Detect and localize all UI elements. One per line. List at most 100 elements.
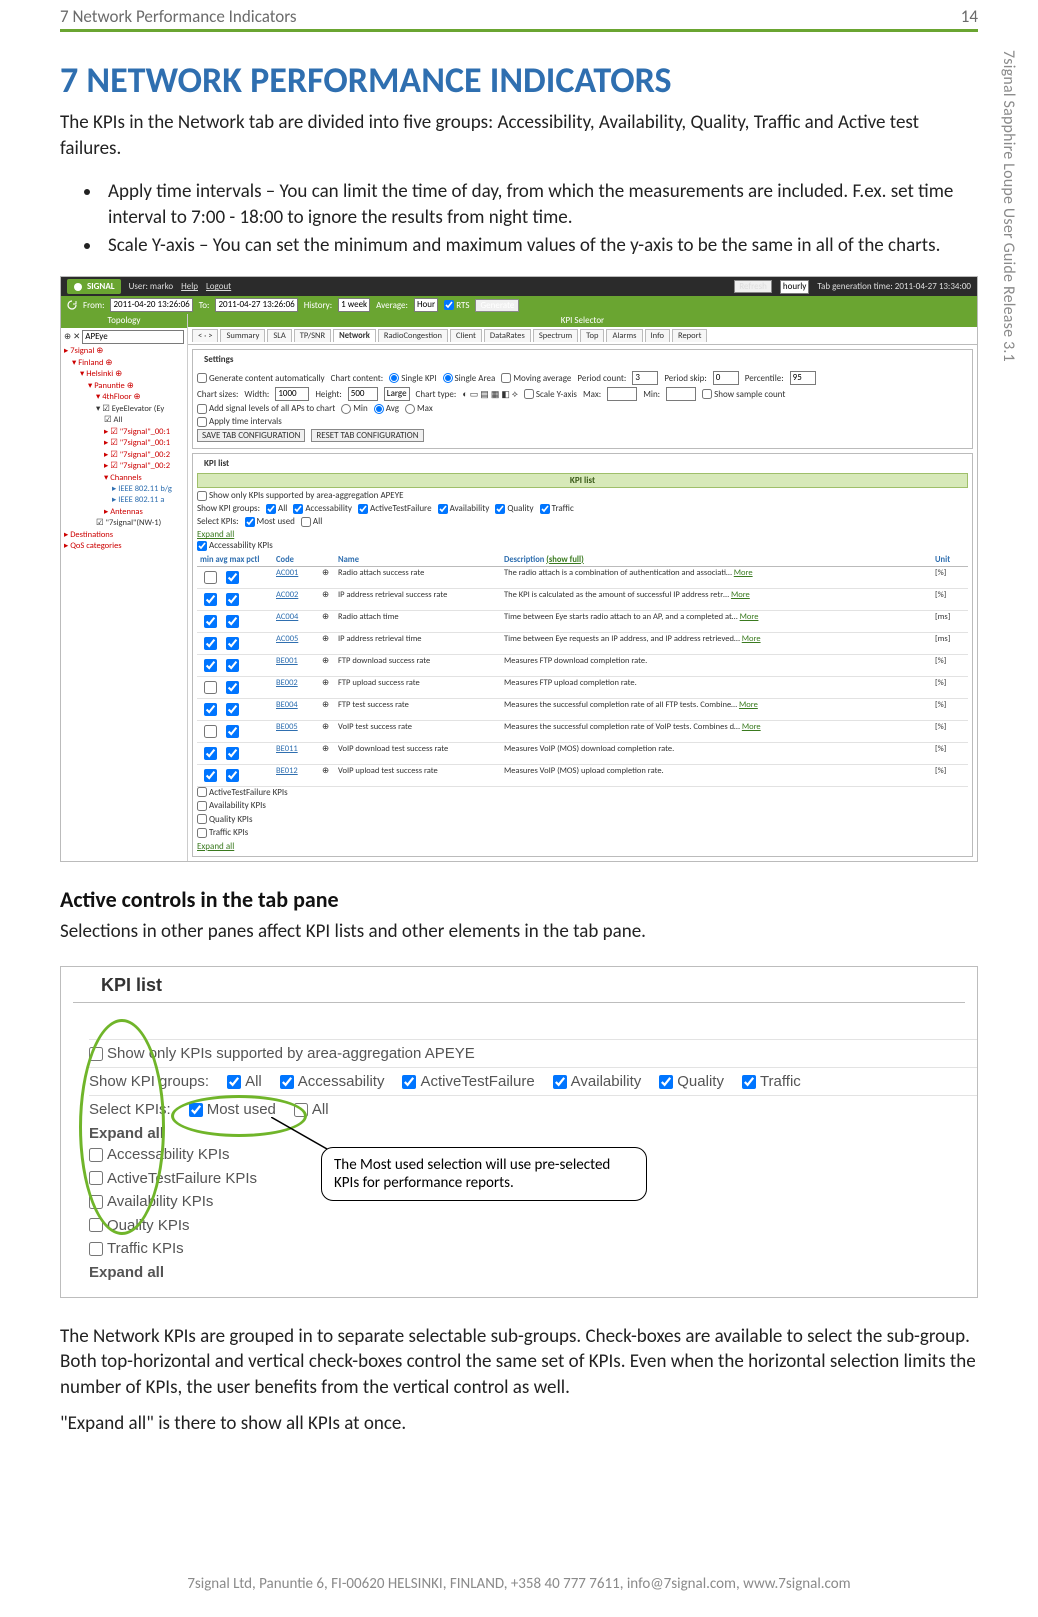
tree-ieee-bg[interactable]: IEEE 802.11 b/g [118,484,172,494]
rts-checkbox[interactable]: RTS [444,300,469,311]
single-area-radio[interactable]: Single Area [443,373,496,384]
group-atf-checkbox[interactable]: ActiveTestFailure [358,503,432,514]
kpi-code[interactable]: AC005 [273,632,319,654]
group-quality-checkbox[interactable]: Quality [495,503,533,514]
expand-icon[interactable]: ⊕ [319,676,335,698]
row-checks[interactable] [197,698,273,720]
tab-tpsnr[interactable]: TP/SNR [294,329,331,342]
expand-all-bottom[interactable]: Expand all [197,841,968,852]
tree-finland[interactable]: Finland [78,358,103,368]
most-used-checkbox[interactable]: Most used [245,516,295,527]
tab-radio[interactable]: RadioCongestion [378,329,448,342]
tree-root[interactable]: 7signal [70,346,94,356]
apeye-select[interactable]: APEye [82,330,184,344]
max-input[interactable] [607,387,637,401]
tab-spectrum[interactable]: Spectrum [533,329,578,342]
kpi-code[interactable]: BE002 [273,676,319,698]
show-only-checkbox-2[interactable]: Show only KPIs supported by area-aggrega… [89,1045,475,1062]
row-checks[interactable] [197,632,273,654]
kpi-code[interactable]: AC001 [273,566,319,588]
avail-kpis-checkbox[interactable]: Availability KPIs [197,800,266,811]
kpi-code[interactable]: BE011 [273,742,319,764]
select-all-checkbox-2[interactable]: All [294,1101,329,1118]
tree-qos[interactable]: QoS categories [70,541,121,551]
tab-nav[interactable]: < · > [192,329,218,342]
tree-antennas[interactable]: Antennas [110,507,143,517]
generate-button[interactable]: Generate [475,299,519,312]
expand-all-link-bottom[interactable]: Expand all [89,1262,977,1283]
more-link[interactable]: More [740,612,759,622]
more-link[interactable]: More [742,722,761,732]
row-checks[interactable] [197,742,273,764]
row-checks[interactable] [197,720,273,742]
expand-all-link-top[interactable]: Expand all [89,1123,977,1144]
period-count-input[interactable]: 3 [632,371,658,385]
expand-icon[interactable]: ⊕ [319,698,335,720]
expand-icon[interactable]: ⊕ [319,632,335,654]
acc-kpis-checkbox[interactable]: Accessability KPIs [197,540,273,551]
to-input[interactable]: 2011-04-27 13:26:06 [215,298,297,312]
tree-eye-1[interactable]: "7signal"_00:1 [120,427,170,437]
more-link[interactable]: More [739,700,758,710]
row-checks[interactable] [197,654,273,676]
more-link[interactable]: More [742,634,761,644]
chart-type-icons[interactable]: ◐ ▭ ▤ ▦ ◧ ⟡ [462,389,518,400]
apply-time-checkbox[interactable]: Apply time intervals [197,416,282,427]
expand-icon[interactable]: ⊕ [319,720,335,742]
avg-radio[interactable]: Avg [374,403,399,414]
expand-icon[interactable]: ⊕ [64,332,71,343]
traffic-kpis-checkbox[interactable]: Traffic KPIs [197,827,248,838]
from-input[interactable]: 2011-04-20 13:26:06 [110,298,192,312]
tree-eye-3[interactable]: "7signal"_00:2 [120,450,170,460]
tree-ieee-a[interactable]: IEEE 802.11 a [118,495,164,505]
tree-floor[interactable]: 4thFloor [102,392,131,402]
percentile-input[interactable]: 95 [790,371,816,385]
tab-report[interactable]: Report [672,329,707,342]
tree-nw[interactable]: "7signal"(NW-1) [106,518,162,528]
tree-eye-4[interactable]: "7signal"_00:2 [120,461,170,471]
expand-all-top[interactable]: Expand all [197,529,968,540]
expand-icon[interactable]: ⊕ [319,764,335,786]
width-input[interactable]: 1000 [275,387,309,401]
average-select[interactable]: Hour [414,298,438,312]
reset-tab-button[interactable]: RESET TAB CONFIGURATION [311,429,423,442]
more-link[interactable]: More [731,590,750,600]
moving-avg-checkbox[interactable]: Moving average [501,373,571,384]
tree-all[interactable]: All [114,415,123,425]
row-checks[interactable] [197,610,273,632]
quality-kpis-checkbox[interactable]: Quality KPIs [197,814,252,825]
expand-icon[interactable]: ⊕ [319,588,335,610]
add-signal-checkbox[interactable]: Add signal levels of all APs to chart [197,403,335,414]
tree-elevator[interactable]: EyeElevator (Ey [112,404,164,414]
most-used-checkbox-2[interactable]: Most used [189,1101,276,1118]
min-input[interactable] [666,387,696,401]
group-traffic-checkbox-2[interactable]: Traffic [742,1073,801,1090]
expand-icon[interactable]: ⊕ [319,610,335,632]
tab-top[interactable]: Top [580,329,604,342]
period-skip-input[interactable]: 0 [713,371,739,385]
kpi-code[interactable]: BE004 [273,698,319,720]
group-traffic-checkbox[interactable]: Traffic [540,503,574,514]
group-atf-checkbox-2[interactable]: ActiveTestFailure [402,1073,534,1090]
tree-eye-2[interactable]: "7signal"_00:1 [120,438,170,448]
min-radio[interactable]: Min [341,403,368,414]
tree-panuntie[interactable]: Panuntie [94,381,125,391]
row-checks[interactable] [197,588,273,610]
kpi-code[interactable]: AC004 [273,610,319,632]
single-kpi-radio[interactable]: Single KPI [389,373,436,384]
group-acc-checkbox[interactable]: Accessability [293,503,352,514]
show-sample-checkbox[interactable]: Show sample count [702,389,785,400]
kpi-code[interactable]: BE012 [273,764,319,786]
help-link[interactable]: Help [181,281,198,292]
group-avail-checkbox-2[interactable]: Availability [553,1073,642,1090]
tab-datarates[interactable]: DataRates [484,329,531,342]
group-all-checkbox[interactable]: All [266,503,287,514]
topology-tree[interactable]: Topology ⊕✕APEye ▸ 7signal ⊕ ▾ Finland ⊕… [61,314,188,861]
gen-auto-checkbox[interactable]: Generate content automatically [197,373,325,384]
kpi-group-item[interactable]: Quality KPIs [89,1215,977,1239]
kpi-group-item[interactable]: Traffic KPIs [89,1238,977,1262]
tree-helsinki[interactable]: Helsinki [86,369,113,379]
tab-client[interactable]: Client [450,329,482,342]
kpi-code[interactable]: BE005 [273,720,319,742]
select-all-checkbox[interactable]: All [301,516,322,527]
